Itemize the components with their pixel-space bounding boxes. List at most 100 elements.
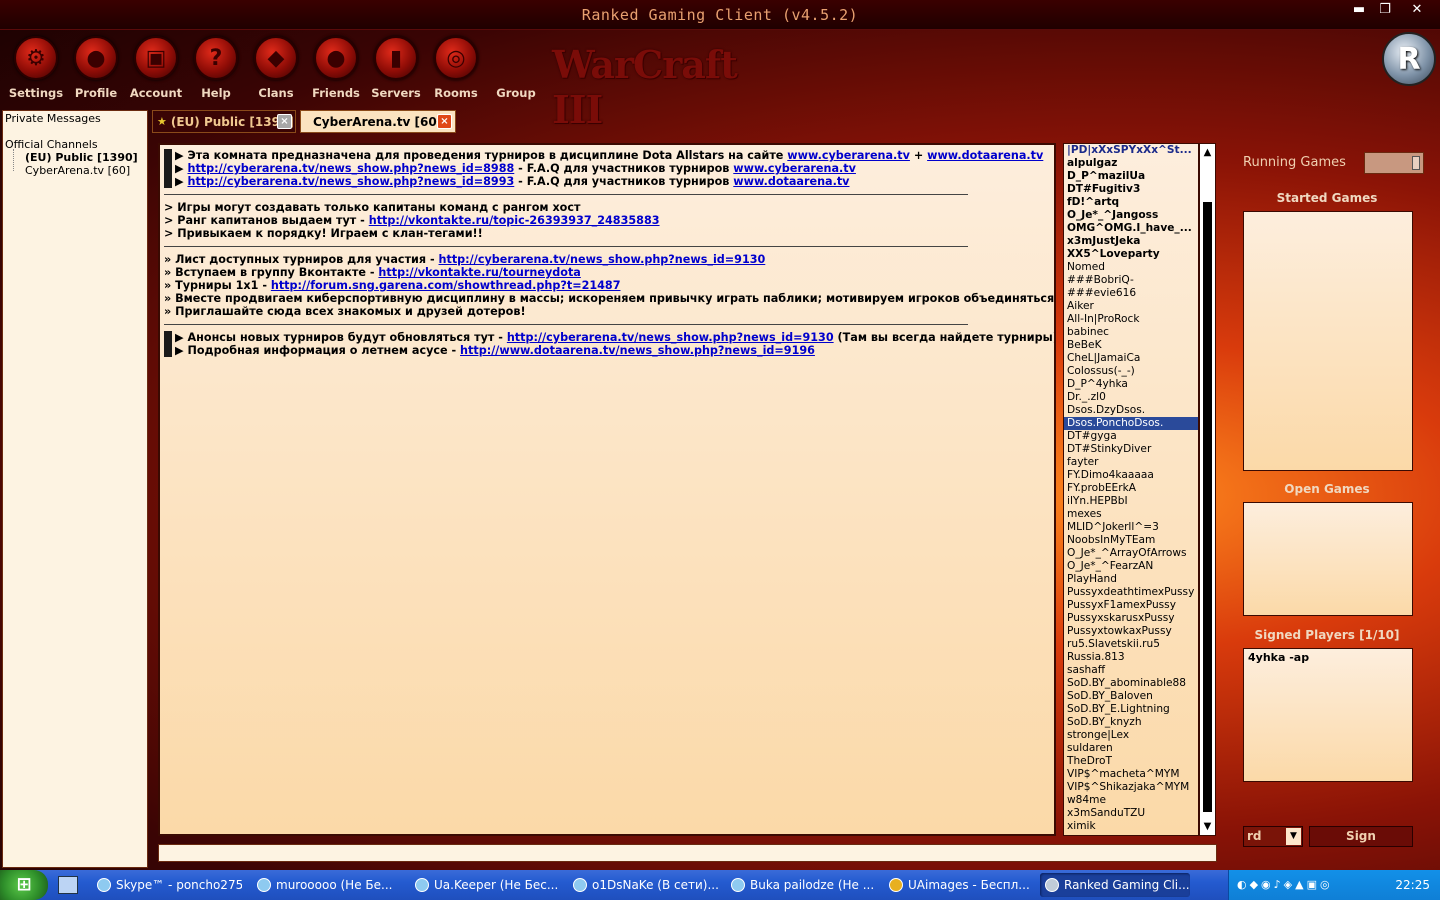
user-list-item[interactable]: |PD|xXxSPYxXx^St... (1064, 144, 1198, 157)
chat-link[interactable]: http://cyberarena.tv/news_show.php?news_… (439, 253, 766, 266)
start-button[interactable]: ⊞ (0, 870, 48, 900)
minimize-button[interactable]: ▬ (1347, 1, 1371, 19)
tray-icons[interactable]: ◐◆◉♪◈▲▣◎ (1237, 878, 1333, 891)
settings-button[interactable]: ⚙ Settings (6, 36, 66, 104)
chat-link[interactable]: http://cyberarena.tv/news_show.php?news_… (188, 175, 515, 188)
taskbar-item-ranked-client[interactable]: Ranked Gaming Cli... (1040, 873, 1190, 897)
user-list-item[interactable]: SoD.BY_E.Lightning (1064, 703, 1198, 716)
open-games-list[interactable] (1243, 502, 1413, 616)
chat-link[interactable]: http://forum.sng.garena.com/showthread.p… (271, 279, 621, 292)
user-list-item[interactable]: DT#Fugitiv3 (1064, 183, 1198, 196)
chat-input[interactable] (158, 844, 1217, 862)
servers-button[interactable]: ▮ Servers (366, 36, 426, 104)
user-list-item[interactable]: Dr._.zl0 (1064, 391, 1198, 404)
user-list-item[interactable]: SoD.BY_abominable88 (1064, 677, 1198, 690)
scroll-down-icon[interactable]: ▼ (1200, 818, 1215, 835)
chat-link[interactable]: www.dotaarena.tv (733, 175, 849, 188)
user-list-item[interactable]: alpulgaz (1064, 157, 1198, 170)
user-list-item[interactable]: VIP$^Shikazjaka^MYM (1064, 781, 1198, 794)
user-list-item[interactable]: Russia.813 (1064, 651, 1198, 664)
scroll-thumb[interactable] (1203, 202, 1212, 812)
account-button[interactable]: ▣ Account (126, 36, 186, 104)
user-list-item[interactable]: D_P^mazilUa (1064, 170, 1198, 183)
taskbar-item-chat4[interactable]: Buka pailodze (Не ... (726, 873, 876, 897)
user-list-item[interactable]: FY.probEErkA (1064, 482, 1198, 495)
user-list-item[interactable]: stronge|Lex (1064, 729, 1198, 742)
user-list-item[interactable]: Dsos.DzyDsos. (1064, 404, 1198, 417)
toggle-knob[interactable] (1412, 156, 1420, 170)
user-list-item[interactable]: sashaff (1064, 664, 1198, 677)
show-desktop-icon[interactable] (58, 876, 78, 894)
user-list-item[interactable]: w84me (1064, 794, 1198, 807)
user-list-item[interactable]: Nomed (1064, 261, 1198, 274)
taskbar-item-chat1[interactable]: murooooo (Не Бе... (252, 873, 402, 897)
user-list-item[interactable]: PussyxtowkaxPussy (1064, 625, 1198, 638)
user-list-item[interactable]: O_Je*_^ArrayOfArrows (1064, 547, 1198, 560)
user-list-item[interactable]: O_Je*_^Jangoss (1064, 209, 1198, 222)
tab-eu-public[interactable]: ★ (EU) Public [1390] × (152, 110, 296, 133)
user-list-item[interactable]: fD!^artq (1064, 196, 1198, 209)
user-list-item[interactable]: SoD.BY_Baloven (1064, 690, 1198, 703)
chat-link[interactable]: http://www.dotaarena.tv/news_show.php?ne… (460, 344, 815, 357)
tab-close-icon[interactable]: × (277, 114, 292, 129)
user-list-item[interactable]: All-In|ProRock (1064, 313, 1198, 326)
user-list-item[interactable]: PlayHand (1064, 573, 1198, 586)
user-list-item[interactable]: x3mJustJeka (1064, 235, 1198, 248)
group-button[interactable]: Group (486, 36, 546, 104)
started-games-list[interactable] (1243, 211, 1413, 471)
chat-link[interactable]: www.dotaarena.tv (927, 149, 1043, 162)
user-list-item[interactable]: ximik (1064, 820, 1198, 833)
signed-player-item[interactable]: 4yhka -ap (1244, 649, 1412, 666)
chat-link[interactable]: www.cyberarena.tv (733, 162, 856, 175)
user-list-item[interactable]: fayter (1064, 456, 1198, 469)
channel-item-eu-public[interactable]: (EU) Public [1390] (25, 151, 138, 164)
chevron-down-icon[interactable]: ▼ (1286, 828, 1301, 845)
profile-button[interactable]: ● Profile (66, 36, 126, 104)
user-list-item[interactable]: XX5^Loveparty (1064, 248, 1198, 261)
mode-select[interactable]: rd ▼ (1243, 826, 1303, 847)
friends-button[interactable]: ● Friends (306, 36, 366, 104)
user-list-item[interactable]: SoD.BY_knyzh (1064, 716, 1198, 729)
help-button[interactable]: ? Help (186, 36, 246, 104)
user-list-item[interactable]: NoobsInMyTEam (1064, 534, 1198, 547)
user-list-item[interactable]: O_Je*_^FearzAN (1064, 560, 1198, 573)
taskbar-item-chat3[interactable]: o1DsNaKe (В сети)... (568, 873, 718, 897)
taskbar-item-browser[interactable]: UAimages - Беспл... (884, 873, 1034, 897)
user-list-item[interactable]: TheDroT (1064, 755, 1198, 768)
user-list-item[interactable]: ilYn.HEPBbI (1064, 495, 1198, 508)
user-list-item[interactable]: PussyxdeathtimexPussy (1064, 586, 1198, 599)
user-list-item[interactable]: ###BobriQ- (1064, 274, 1198, 287)
user-list-item[interactable]: mexes (1064, 508, 1198, 521)
user-list-item[interactable]: PussyxskarusxPussy (1064, 612, 1198, 625)
user-list-item[interactable]: ru5.Slavetskii.ru5 (1064, 638, 1198, 651)
user-list-item[interactable]: MLID^Jokerll^=3 (1064, 521, 1198, 534)
user-list-item[interactable]: ###evie616 (1064, 287, 1198, 300)
user-list-scrollbar[interactable]: ▲ ▼ (1199, 143, 1216, 836)
user-list-item[interactable]: CheL|JamaiCa (1064, 352, 1198, 365)
user-list-item[interactable]: suldaren (1064, 742, 1198, 755)
user-list-item[interactable]: Colossus(-_-) (1064, 365, 1198, 378)
user-list[interactable]: |PD|xXxSPYxXx^St... alpulgaz D_P^mazilUa DT… (1063, 143, 1199, 836)
clans-button[interactable]: ◆ Clans (246, 36, 306, 104)
user-list-item[interactable]: BeBeK (1064, 339, 1198, 352)
user-list-item[interactable]: Aiker (1064, 300, 1198, 313)
chat-link[interactable]: www.cyberarena.tv (787, 149, 910, 162)
signed-players-list[interactable]: 4yhka -ap (1243, 648, 1413, 782)
maximize-button[interactable]: ❐ (1373, 1, 1397, 19)
user-list-item[interactable]: OMG^OMG.I_have_... (1064, 222, 1198, 235)
running-games-toggle[interactable] (1364, 152, 1424, 174)
chat-link[interactable]: http://cyberarena.tv/news_show.php?news_… (507, 331, 834, 344)
user-list-item[interactable]: Dsos.PonchoDsos. (1064, 417, 1198, 430)
taskbar-item-chat2[interactable]: Ua.Keeper (Не Бес... (410, 873, 560, 897)
chat-link[interactable]: http://vkontakte.ru/tourneydota (378, 266, 580, 279)
scroll-up-icon[interactable]: ▲ (1200, 144, 1215, 161)
user-list-item[interactable]: PussyxF1amexPussy (1064, 599, 1198, 612)
user-list-item[interactable]: DT#StinkyDiver (1064, 443, 1198, 456)
clock[interactable]: 22:25 (1395, 878, 1430, 892)
private-messages-node[interactable]: Private Messages (5, 112, 101, 125)
user-list-item[interactable]: DT#gyga (1064, 430, 1198, 443)
user-list-item[interactable]: x3mSanduTZU (1064, 807, 1198, 820)
channel-item-cyberarena[interactable]: CyberArena.tv [60] (25, 164, 130, 177)
close-button[interactable]: ✕ (1405, 1, 1429, 19)
tab-cyberarena[interactable]: CyberArena.tv [60] × (300, 110, 456, 133)
